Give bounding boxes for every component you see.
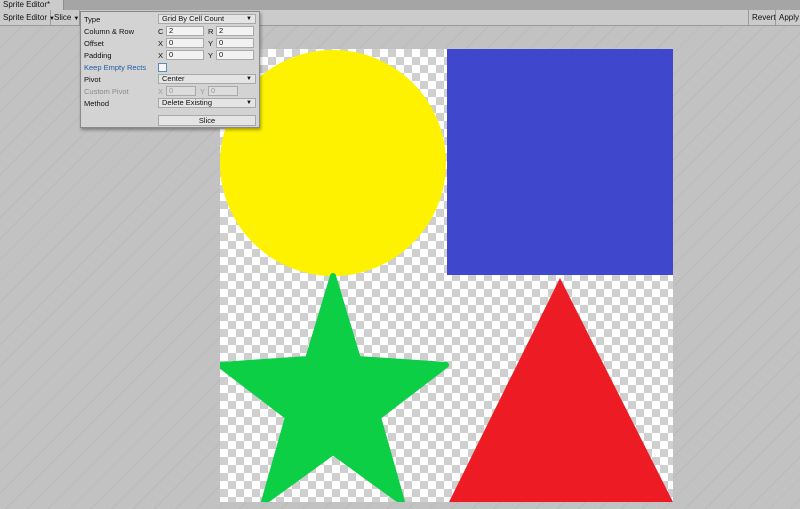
- slice-menu-label: Slice: [54, 13, 72, 22]
- sprite-editor-mode-label: Sprite Editor: [3, 13, 48, 22]
- apply-button[interactable]: Apply: [776, 10, 800, 25]
- padding-y-field[interactable]: 0: [216, 50, 254, 60]
- pivot-dropdown[interactable]: Center ▼: [158, 74, 256, 84]
- type-row: Type Grid By Cell Count ▼: [84, 14, 256, 25]
- green-star-shape: [220, 273, 449, 502]
- offset-row: Offset X 0 Y 0: [84, 38, 256, 49]
- custom-pivot-label: Custom Pivot: [84, 87, 129, 96]
- chevron-down-icon: ▼: [246, 76, 252, 82]
- sprite-shapes: [220, 49, 673, 502]
- red-triangle-shape: [449, 278, 673, 502]
- pivot-dropdown-value: Center: [162, 74, 185, 83]
- type-dropdown-value: Grid By Cell Count: [162, 14, 225, 23]
- keep-empty-rects-checkbox[interactable]: [158, 63, 167, 72]
- pivot-label: Pivot: [84, 75, 101, 84]
- chevron-down-icon: ▼: [246, 100, 252, 106]
- padding-x-axis-label: X: [158, 51, 164, 60]
- slice-panel: Type Grid By Cell Count ▼ Column & Row C…: [80, 11, 260, 128]
- offset-y-field[interactable]: 0: [216, 38, 254, 48]
- chevron-down-icon: ▼: [73, 16, 80, 22]
- method-label: Method: [84, 99, 110, 108]
- tab-bar: Sprite Editor*: [0, 0, 800, 10]
- custom-pivot-x-field: 0: [166, 86, 196, 96]
- method-dropdown[interactable]: Delete Existing ▼: [158, 98, 256, 108]
- sprite-editor-mode-dropdown[interactable]: Sprite Editor ▼: [0, 10, 55, 25]
- padding-row: Padding X 0 Y 0: [84, 50, 256, 61]
- columns-axis-label: C: [158, 27, 164, 36]
- padding-x-field[interactable]: 0: [166, 50, 204, 60]
- custom-pivot-y-axis-label: Y: [200, 87, 206, 96]
- keep-empty-rects-row: Keep Empty Rects: [84, 62, 256, 73]
- offset-y-axis-label: Y: [208, 39, 214, 48]
- custom-pivot-row: Custom Pivot X 0 Y 0: [84, 86, 256, 97]
- type-dropdown[interactable]: Grid By Cell Count ▼: [158, 14, 256, 24]
- padding-label: Padding: [84, 51, 112, 60]
- column-row-label: Column & Row: [84, 27, 135, 36]
- slice-menu-button[interactable]: Slice ▼: [51, 10, 80, 25]
- method-row: Method Delete Existing ▼: [84, 98, 256, 109]
- method-dropdown-value: Delete Existing: [162, 98, 213, 107]
- slice-button[interactable]: Slice: [158, 115, 256, 126]
- chevron-down-icon: ▼: [246, 16, 252, 22]
- keep-empty-rects-label: Keep Empty Rects: [84, 63, 147, 72]
- blue-square-shape: [447, 49, 673, 275]
- revert-button[interactable]: Revert: [748, 10, 776, 25]
- custom-pivot-x-axis-label: X: [158, 87, 164, 96]
- type-label: Type: [84, 15, 101, 24]
- columns-field[interactable]: 2: [166, 26, 204, 36]
- sprite-texture[interactable]: [220, 49, 673, 502]
- rows-axis-label: R: [208, 27, 214, 36]
- padding-y-axis-label: Y: [208, 51, 214, 60]
- tab-sprite-editor[interactable]: Sprite Editor*: [0, 0, 64, 10]
- rows-field[interactable]: 2: [216, 26, 254, 36]
- offset-label: Offset: [84, 39, 104, 48]
- column-row-row: Column & Row C 2 R 2: [84, 26, 256, 37]
- pivot-row: Pivot Center ▼: [84, 74, 256, 85]
- offset-x-field[interactable]: 0: [166, 38, 204, 48]
- offset-x-axis-label: X: [158, 39, 164, 48]
- custom-pivot-y-field: 0: [208, 86, 238, 96]
